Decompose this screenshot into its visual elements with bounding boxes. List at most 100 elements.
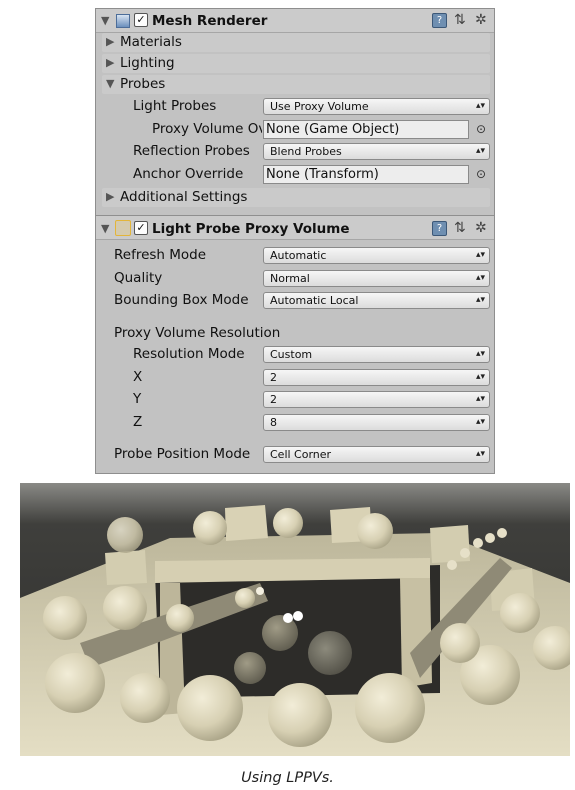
materials-label: Materials bbox=[120, 34, 182, 50]
resolution-y-value: 2 bbox=[270, 393, 277, 406]
preset-icon[interactable]: ⇅ bbox=[454, 220, 466, 236]
scene-sphere bbox=[273, 508, 303, 538]
dropdown-arrow-icon: ▴▾ bbox=[475, 449, 485, 459]
scene-render-image bbox=[20, 483, 570, 756]
quality-label: Quality bbox=[114, 270, 163, 286]
bounding-box-mode-label: Bounding Box Mode bbox=[114, 292, 249, 308]
dropdown-arrow-icon: ▴▾ bbox=[475, 146, 485, 156]
scene-probe-point bbox=[497, 528, 507, 538]
light-probes-dropdown[interactable]: Use Proxy Volume ▴▾ bbox=[263, 98, 490, 115]
lppv-enabled-checkbox[interactable]: ✓ bbox=[134, 221, 148, 235]
refresh-mode-label: Refresh Mode bbox=[114, 247, 207, 263]
materials-foldout[interactable]: ▶ Materials bbox=[102, 33, 490, 52]
refresh-mode-value: Automatic bbox=[270, 249, 327, 262]
resolution-z-label: Z bbox=[133, 414, 143, 430]
resolution-mode-dropdown[interactable]: Custom ▴▾ bbox=[263, 346, 490, 363]
lppv-title: Light Probe Proxy Volume bbox=[152, 221, 350, 237]
additional-settings-foldout[interactable]: ▶ Additional Settings bbox=[102, 188, 490, 207]
scene-sphere bbox=[166, 604, 194, 632]
lighting-foldout[interactable]: ▶ Lighting bbox=[102, 54, 490, 73]
probe-position-mode-value: Cell Corner bbox=[270, 448, 332, 461]
probes-label: Probes bbox=[120, 76, 166, 92]
object-picker-icon[interactable]: ⊙ bbox=[476, 166, 486, 182]
resolution-y-dropdown[interactable]: 2 ▴▾ bbox=[263, 391, 490, 408]
probes-foldout[interactable]: ▼ Probes bbox=[102, 75, 490, 94]
scene-sphere bbox=[193, 511, 227, 545]
reflection-probes-value: Blend Probes bbox=[270, 145, 342, 158]
scene-sphere bbox=[43, 596, 87, 640]
help-icon[interactable]: ? bbox=[432, 221, 447, 236]
scene-sphere bbox=[103, 586, 147, 630]
bounding-box-mode-value: Automatic Local bbox=[270, 294, 359, 307]
bounding-box-mode-dropdown[interactable]: Automatic Local ▴▾ bbox=[263, 292, 490, 309]
mesh-renderer-enabled-checkbox[interactable]: ✓ bbox=[134, 13, 148, 27]
resolution-x-dropdown[interactable]: 2 ▴▾ bbox=[263, 369, 490, 386]
resolution-mode-value: Custom bbox=[270, 348, 313, 361]
scene-sphere bbox=[120, 673, 170, 723]
lighting-label: Lighting bbox=[120, 55, 175, 71]
dropdown-arrow-icon: ▴▾ bbox=[475, 372, 485, 382]
proxy-volume-override-field[interactable]: None (Game Object) bbox=[263, 120, 469, 139]
resolution-z-dropdown[interactable]: 8 ▴▾ bbox=[263, 414, 490, 431]
light-probes-label: Light Probes bbox=[133, 98, 217, 114]
scene-cube bbox=[105, 550, 147, 585]
scene-sphere bbox=[262, 615, 298, 651]
refresh-mode-dropdown[interactable]: Automatic ▴▾ bbox=[263, 247, 490, 264]
lppv-header[interactable]: ▼ ✓ Light Probe Proxy Volume ? ⇅ ✲ bbox=[96, 215, 494, 240]
figure-caption: Using LPPVs. bbox=[241, 770, 334, 786]
lppv-icon bbox=[115, 220, 131, 236]
resolution-mode-label: Resolution Mode bbox=[133, 346, 245, 362]
quality-value: Normal bbox=[270, 272, 310, 285]
expand-arrow-icon: ▶ bbox=[106, 190, 115, 203]
scene-sphere bbox=[235, 588, 255, 608]
inspector-panel: ▼ ✓ Mesh Renderer ? ⇅ ✲ ▶ Materials ▶ Li… bbox=[95, 8, 495, 474]
dropdown-arrow-icon: ▴▾ bbox=[475, 101, 485, 111]
anchor-override-label: Anchor Override bbox=[133, 166, 244, 182]
scene-sphere bbox=[268, 683, 332, 747]
proxy-volume-resolution-heading: Proxy Volume Resolution bbox=[114, 325, 281, 341]
scene-sphere bbox=[500, 593, 540, 633]
quality-dropdown[interactable]: Normal ▴▾ bbox=[263, 270, 490, 287]
resolution-z-value: 8 bbox=[270, 416, 277, 429]
mesh-renderer-header[interactable]: ▼ ✓ Mesh Renderer ? ⇅ ✲ bbox=[96, 9, 494, 33]
object-picker-icon[interactable]: ⊙ bbox=[476, 121, 486, 137]
dropdown-arrow-icon: ▴▾ bbox=[475, 295, 485, 305]
scene-sphere bbox=[177, 675, 243, 741]
anchor-override-field[interactable]: None (Transform) bbox=[263, 165, 469, 184]
collapse-arrow-icon: ▼ bbox=[106, 77, 115, 90]
scene-sphere bbox=[440, 623, 480, 663]
probe-position-mode-label: Probe Position Mode bbox=[114, 446, 251, 462]
proxy-volume-override-label: Proxy Volume Ov bbox=[152, 121, 262, 137]
scene-sphere bbox=[308, 631, 352, 675]
dropdown-arrow-icon: ▴▾ bbox=[475, 273, 485, 283]
reflection-probes-dropdown[interactable]: Blend Probes ▴▾ bbox=[263, 143, 490, 160]
scene-wall bbox=[400, 578, 432, 688]
anchor-override-value: None (Transform) bbox=[266, 167, 379, 182]
scene-probe-point bbox=[460, 548, 470, 558]
dropdown-arrow-icon: ▴▾ bbox=[475, 250, 485, 260]
collapse-arrow-icon[interactable]: ▼ bbox=[101, 221, 109, 237]
help-icon[interactable]: ? bbox=[432, 13, 447, 28]
gear-icon[interactable]: ✲ bbox=[475, 220, 487, 236]
scene-probe-point bbox=[485, 533, 495, 543]
scene-sphere bbox=[45, 653, 105, 713]
dropdown-arrow-icon: ▴▾ bbox=[475, 349, 485, 359]
reflection-probes-label: Reflection Probes bbox=[133, 143, 250, 159]
collapse-arrow-icon[interactable]: ▼ bbox=[101, 13, 109, 29]
scene-probe-point bbox=[473, 538, 483, 548]
scene-sphere bbox=[355, 673, 425, 743]
gear-icon[interactable]: ✲ bbox=[475, 12, 487, 28]
scene-probe-point bbox=[256, 587, 264, 595]
preset-icon[interactable]: ⇅ bbox=[454, 12, 466, 28]
scene-probe-point bbox=[447, 560, 457, 570]
scene-sphere bbox=[234, 652, 266, 684]
resolution-y-label: Y bbox=[133, 391, 142, 407]
light-probes-value: Use Proxy Volume bbox=[270, 100, 369, 113]
scene-probe-point bbox=[283, 613, 293, 623]
dropdown-arrow-icon: ▴▾ bbox=[475, 417, 485, 427]
probe-position-mode-dropdown[interactable]: Cell Corner ▴▾ bbox=[263, 446, 490, 463]
dropdown-arrow-icon: ▴▾ bbox=[475, 394, 485, 404]
resolution-x-label: X bbox=[133, 369, 143, 385]
mesh-renderer-title: Mesh Renderer bbox=[152, 13, 268, 29]
proxy-volume-override-value: None (Game Object) bbox=[266, 122, 400, 137]
